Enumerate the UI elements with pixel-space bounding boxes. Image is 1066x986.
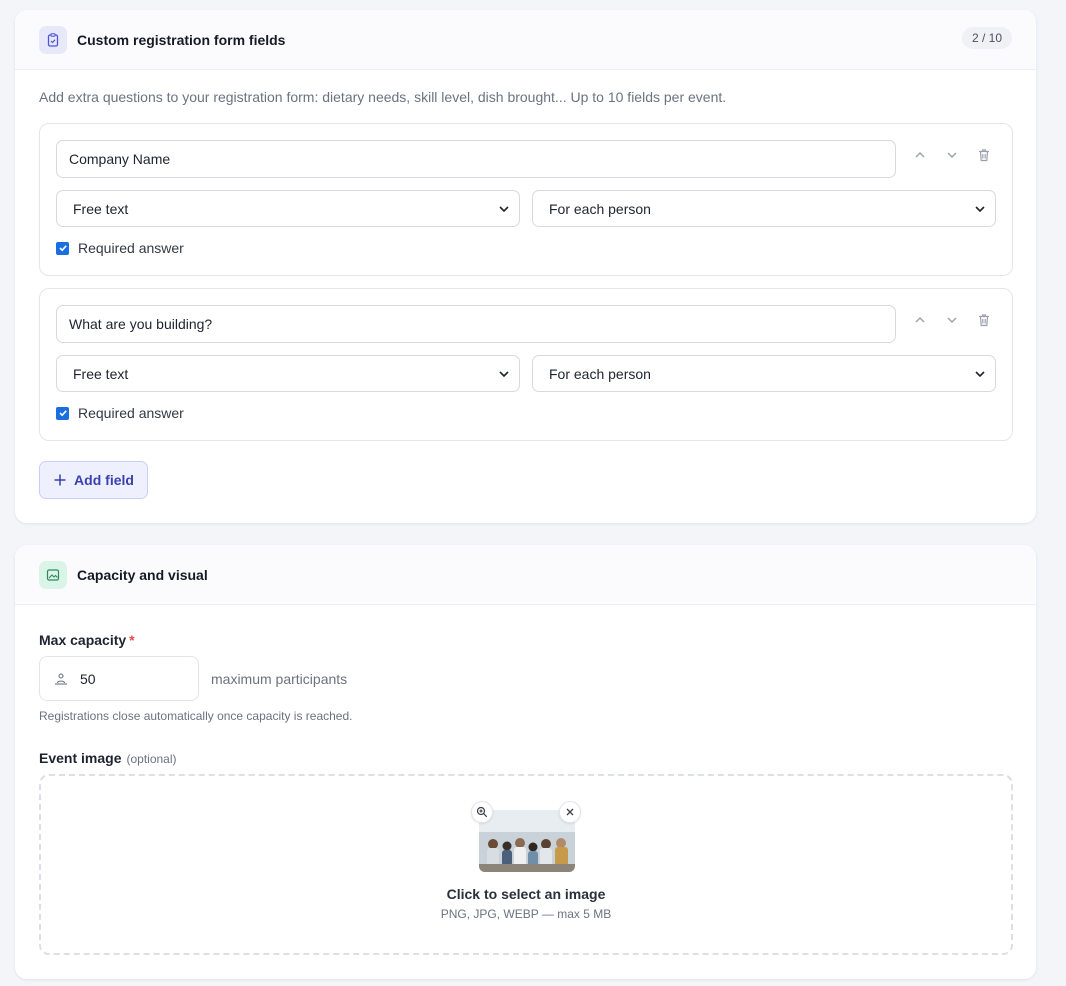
optional-tag: (optional) [126, 752, 177, 766]
required-checkbox-row[interactable]: Required answer [56, 405, 184, 421]
custom-field-item: Free text For each person Required answe… [39, 288, 1013, 441]
image-dropzone[interactable]: Click to select an image PNG, JPG, WEBP … [39, 774, 1013, 955]
chevron-up-icon[interactable] [908, 308, 932, 332]
chevron-down-icon [499, 206, 509, 213]
custom-fields-card: Custom registration form fields 2 / 10 A… [15, 10, 1036, 523]
custom-fields-description: Add extra questions to your registration… [39, 89, 727, 105]
chevron-up-icon[interactable] [908, 143, 932, 167]
event-image-label-row: Event image (optional) [39, 750, 177, 766]
trash-icon[interactable] [972, 308, 996, 332]
field-count-badge: 2 / 10 [961, 27, 1012, 49]
field-scope-value: For each person [549, 365, 651, 382]
max-capacity-label: Max capacity [39, 632, 127, 648]
chevron-down-icon[interactable] [940, 308, 964, 332]
add-field-button[interactable]: Add field [39, 461, 148, 499]
max-capacity-input[interactable]: 50 [39, 656, 199, 701]
field-scope-select[interactable]: For each person [532, 355, 996, 392]
field-type-value: Free text [73, 200, 129, 217]
required-checkbox[interactable] [56, 406, 69, 420]
required-marker: * [129, 632, 135, 648]
max-capacity-label-row: Max capacity * [39, 632, 135, 648]
field-question-input[interactable] [56, 140, 896, 178]
field-row-actions [908, 308, 996, 332]
field-type-select[interactable]: Free text [56, 190, 520, 227]
dropzone-formats: PNG, JPG, WEBP — max 5 MB [440, 907, 612, 921]
event-image-thumbnail [479, 810, 575, 872]
event-image-label: Event image [39, 750, 122, 766]
field-question-input[interactable] [56, 305, 896, 343]
chevron-down-icon [975, 371, 985, 378]
add-field-label: Add field [74, 472, 134, 488]
trash-icon[interactable] [972, 143, 996, 167]
field-type-select[interactable]: Free text [56, 355, 520, 392]
capacity-card: Capacity and visual Max capacity * 50 max… [15, 545, 1036, 979]
field-type-value: Free text [73, 365, 129, 382]
dropzone-title: Click to select an image [446, 886, 606, 902]
field-row-actions [908, 143, 996, 167]
custom-fields-title: Custom registration form fields [77, 31, 286, 48]
required-checkbox-row[interactable]: Required answer [56, 240, 184, 256]
custom-fields-header: Custom registration form fields 2 / 10 [15, 10, 1036, 70]
field-scope-value: For each person [549, 200, 651, 217]
zoom-icon[interactable] [471, 801, 493, 823]
capacity-suffix: maximum participants [211, 671, 348, 687]
required-checkbox-label: Required answer [78, 405, 184, 421]
clipboard-icon [39, 25, 67, 54]
plus-icon [54, 474, 66, 486]
chevron-down-icon [975, 206, 985, 213]
field-scope-select[interactable]: For each person [532, 190, 996, 227]
close-icon[interactable] [559, 801, 581, 823]
required-checkbox[interactable] [56, 241, 69, 255]
custom-field-item: Free text For each person Required answe… [39, 123, 1013, 276]
chevron-down-icon[interactable] [940, 143, 964, 167]
capacity-title: Capacity and visual [77, 566, 208, 583]
required-checkbox-label: Required answer [78, 240, 184, 256]
max-capacity-value: 50 [80, 670, 96, 687]
chevron-down-icon [499, 371, 509, 378]
capacity-header: Capacity and visual [15, 545, 1036, 605]
capacity-hint: Registrations close automatically once c… [39, 709, 353, 723]
people-icon [55, 672, 67, 685]
image-icon [39, 560, 67, 589]
